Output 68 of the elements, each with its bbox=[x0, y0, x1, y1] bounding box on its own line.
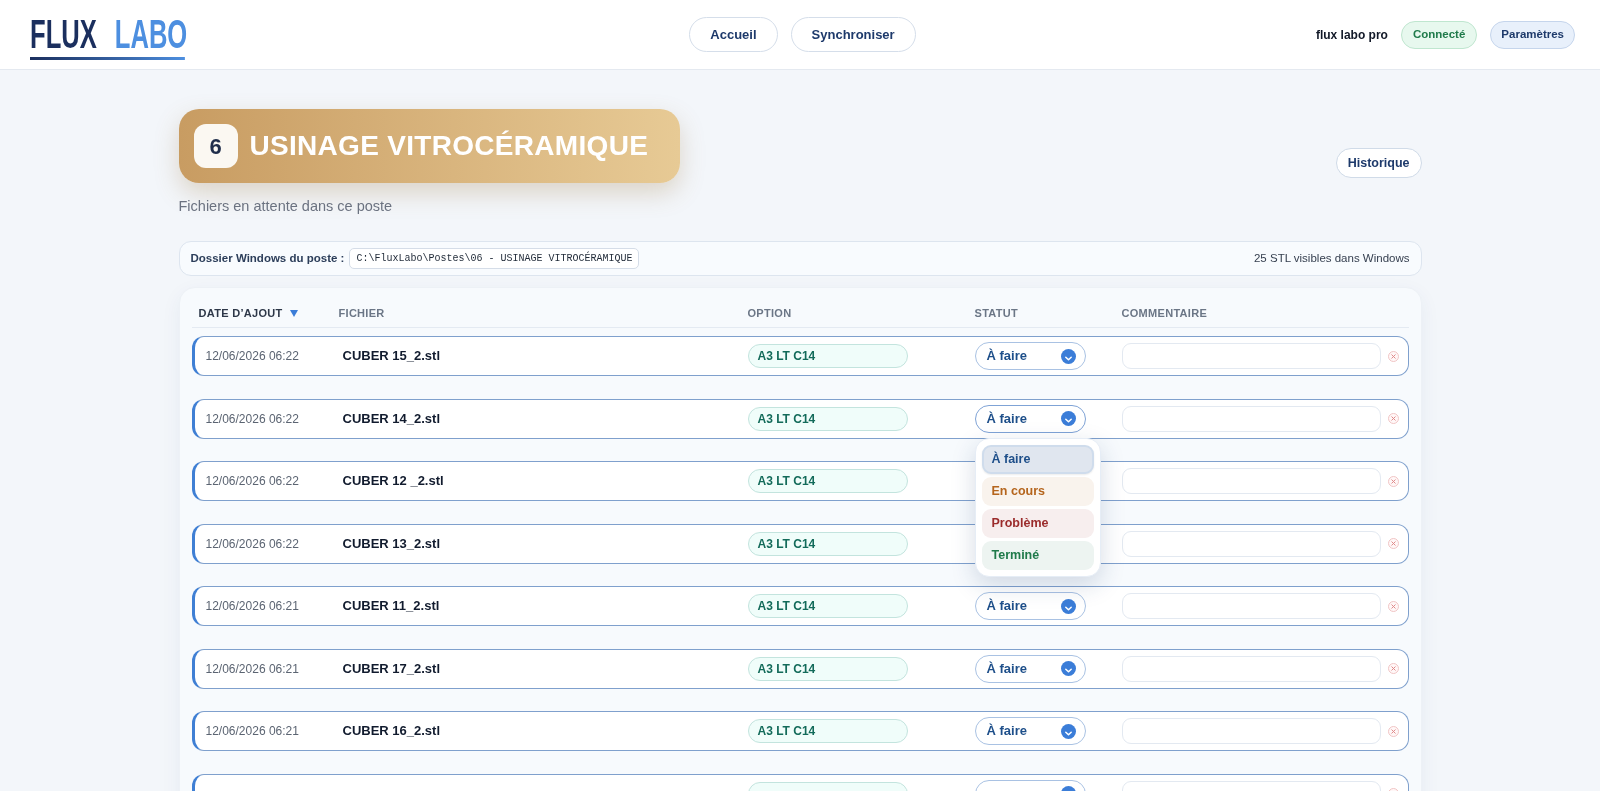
option-tag: A3 LT C14 bbox=[747, 531, 908, 556]
option-tag: A3 LT C14 bbox=[747, 594, 908, 618]
clear-icon[interactable] bbox=[1387, 350, 1399, 362]
station-title: USINAGE VITROCÉRAMIQUE bbox=[249, 129, 649, 163]
clear-icon[interactable] bbox=[1387, 475, 1399, 487]
comment-field[interactable] bbox=[1121, 655, 1381, 682]
comment-field[interactable] bbox=[1121, 718, 1381, 744]
file-name: CUBER 11_2.stl bbox=[342, 597, 441, 616]
option-tag: A3 LT C14 bbox=[747, 406, 908, 431]
comment-field[interactable] bbox=[1121, 468, 1381, 494]
column-header: FICHIER bbox=[338, 306, 385, 322]
file-name: CUBER 15_2.stl bbox=[342, 347, 442, 366]
file-name: CUBER 17_2.stl bbox=[342, 659, 442, 678]
status-select[interactable]: À faire bbox=[974, 342, 1086, 370]
option-tag: A3 LT C14 bbox=[747, 344, 908, 368]
option-tag: A3 LT C14 bbox=[747, 656, 908, 681]
file-name: CUBER 14_2.stl bbox=[342, 409, 442, 428]
chevron-down-icon bbox=[1060, 598, 1076, 614]
chevron-down-icon bbox=[1060, 661, 1076, 676]
option-tag: A3 LT C14 bbox=[747, 719, 908, 743]
column-header: STATUT bbox=[974, 306, 1019, 322]
status-select[interactable]: À faire bbox=[974, 654, 1086, 683]
file-name: CUBER 16_2.stl bbox=[342, 722, 442, 741]
date-added: 12/06/2026 06:21 bbox=[205, 723, 300, 740]
column-header[interactable]: DATE D’AJOUT bbox=[198, 305, 283, 322]
user-name: flux labo pro bbox=[1315, 26, 1388, 44]
status-option[interactable]: En cours bbox=[981, 476, 1094, 506]
date-added: 12/06/2026 06:22 bbox=[205, 348, 300, 365]
settings-button[interactable]: Paramètres bbox=[1490, 20, 1575, 49]
chevron-down-icon bbox=[1060, 723, 1076, 739]
clear-icon[interactable] bbox=[1387, 725, 1399, 737]
status-select[interactable]: À faire bbox=[974, 717, 1086, 745]
clear-icon[interactable] bbox=[1387, 600, 1399, 612]
file-name: CUBER 12 _2.stl bbox=[342, 472, 445, 491]
date-added: 12/06/2026 06:22 bbox=[205, 410, 300, 428]
sort-descending-icon[interactable] bbox=[289, 310, 298, 317]
date-added: 12/06/2026 06:22 bbox=[205, 473, 300, 490]
option-tag: A3 LT C14 bbox=[747, 469, 908, 493]
clear-icon[interactable] bbox=[1387, 663, 1399, 674]
comment-field[interactable] bbox=[1121, 530, 1381, 557]
chevron-down-icon bbox=[1060, 348, 1076, 364]
clear-icon[interactable] bbox=[1387, 413, 1399, 424]
logo[interactable]: FLUX LABO bbox=[30, 14, 188, 58]
folder-path: C:\FluxLabo\Postes\06 - USINAGE VITROCÉRAMIQUE bbox=[349, 248, 640, 269]
comment-field[interactable] bbox=[1121, 343, 1381, 369]
station-number: 6 bbox=[193, 124, 238, 168]
column-header: OPTION bbox=[747, 306, 792, 322]
history-button[interactable]: Historique bbox=[1335, 148, 1422, 178]
date-added: 12/06/2026 06:21 bbox=[205, 660, 300, 678]
status-select[interactable]: À faire bbox=[974, 592, 1086, 620]
date-added: 12/06/2026 06:21 bbox=[205, 598, 300, 615]
status-option[interactable]: Problème bbox=[981, 508, 1094, 538]
comment-field[interactable] bbox=[1121, 593, 1381, 619]
chevron-down-icon bbox=[1060, 411, 1076, 426]
date-added: 12/06/2026 06:22 bbox=[205, 535, 300, 553]
status-option[interactable]: Terminé bbox=[981, 540, 1094, 570]
stl-count: 25 STL visibles dans Windows bbox=[1253, 250, 1410, 266]
nav-button[interactable]: Synchroniser bbox=[790, 17, 916, 52]
column-header: COMMENTAIRE bbox=[1121, 306, 1208, 322]
status-select[interactable]: À faire bbox=[974, 404, 1086, 433]
status-option[interactable]: À faire bbox=[981, 444, 1094, 474]
nav-button[interactable]: Accueil bbox=[689, 17, 778, 52]
comment-field[interactable] bbox=[1121, 405, 1381, 432]
station-subtitle: Fichiers en attente dans ce poste bbox=[178, 197, 394, 215]
clear-icon[interactable] bbox=[1387, 538, 1399, 549]
folder-label: Dossier Windows du poste : bbox=[190, 250, 345, 266]
connection-status: Connecté bbox=[1400, 20, 1478, 49]
file-name: CUBER 13_2.stl bbox=[342, 534, 442, 553]
